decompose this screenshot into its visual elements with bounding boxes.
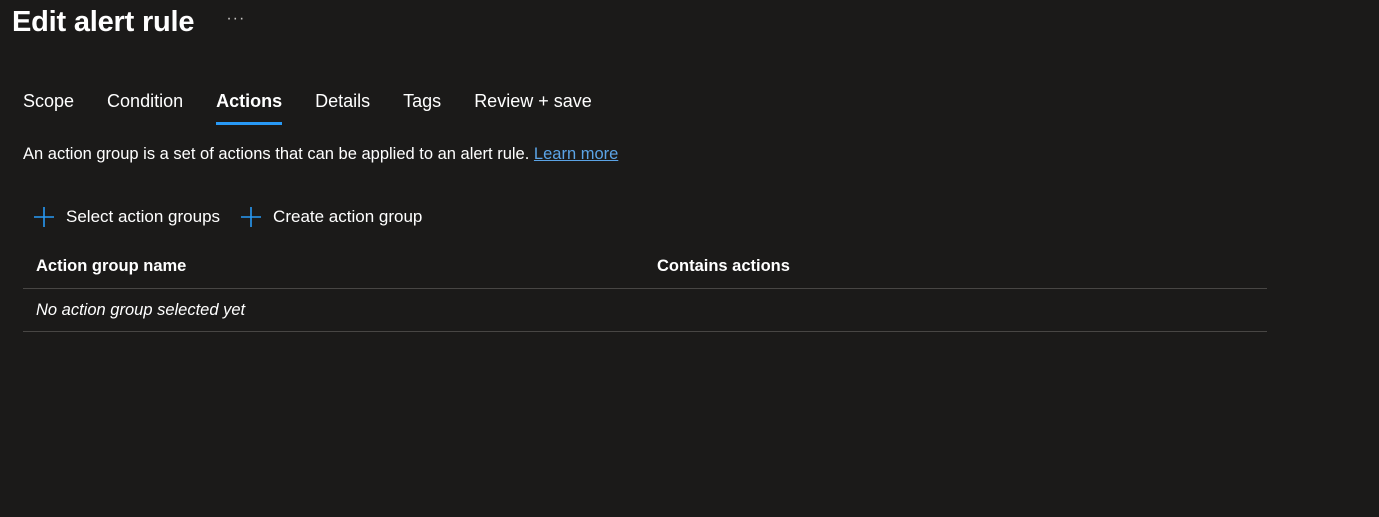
tab-review-save[interactable]: Review + save xyxy=(474,88,592,126)
description: An action group is a set of actions that… xyxy=(23,143,618,165)
description-text: An action group is a set of actions that… xyxy=(23,145,530,163)
tab-scope[interactable]: Scope xyxy=(23,88,74,126)
command-bar: Select action groups Create action group xyxy=(33,204,442,230)
plus-icon xyxy=(241,207,262,227)
action-groups-table: Action group name Contains actions No ac… xyxy=(23,244,1267,332)
table-header: Action group name Contains actions xyxy=(23,244,1267,289)
title-row: Edit alert rule ··· xyxy=(12,4,245,40)
page-title: Edit alert rule xyxy=(12,6,195,38)
column-header-action-group-name: Action group name xyxy=(36,256,187,275)
create-action-group-label: Create action group xyxy=(273,207,423,226)
empty-state-message: No action group selected yet xyxy=(36,300,246,319)
tab-condition[interactable]: Condition xyxy=(107,88,183,126)
more-options-button[interactable]: ··· xyxy=(226,9,245,29)
table-row: No action group selected yet xyxy=(23,289,1267,332)
tab-tags[interactable]: Tags xyxy=(403,88,441,126)
select-action-groups-button[interactable]: Select action groups xyxy=(33,204,220,230)
select-action-groups-label: Select action groups xyxy=(66,207,221,226)
tab-details[interactable]: Details xyxy=(315,88,370,126)
tab-bar: Scope Condition Actions Details Tags Rev… xyxy=(23,88,625,126)
create-action-group-button[interactable]: Create action group xyxy=(240,204,422,230)
column-header-contains-actions: Contains actions xyxy=(657,256,790,275)
plus-icon xyxy=(34,207,54,227)
tab-actions[interactable]: Actions xyxy=(216,88,283,126)
learn-more-link[interactable]: Learn more xyxy=(534,145,618,163)
